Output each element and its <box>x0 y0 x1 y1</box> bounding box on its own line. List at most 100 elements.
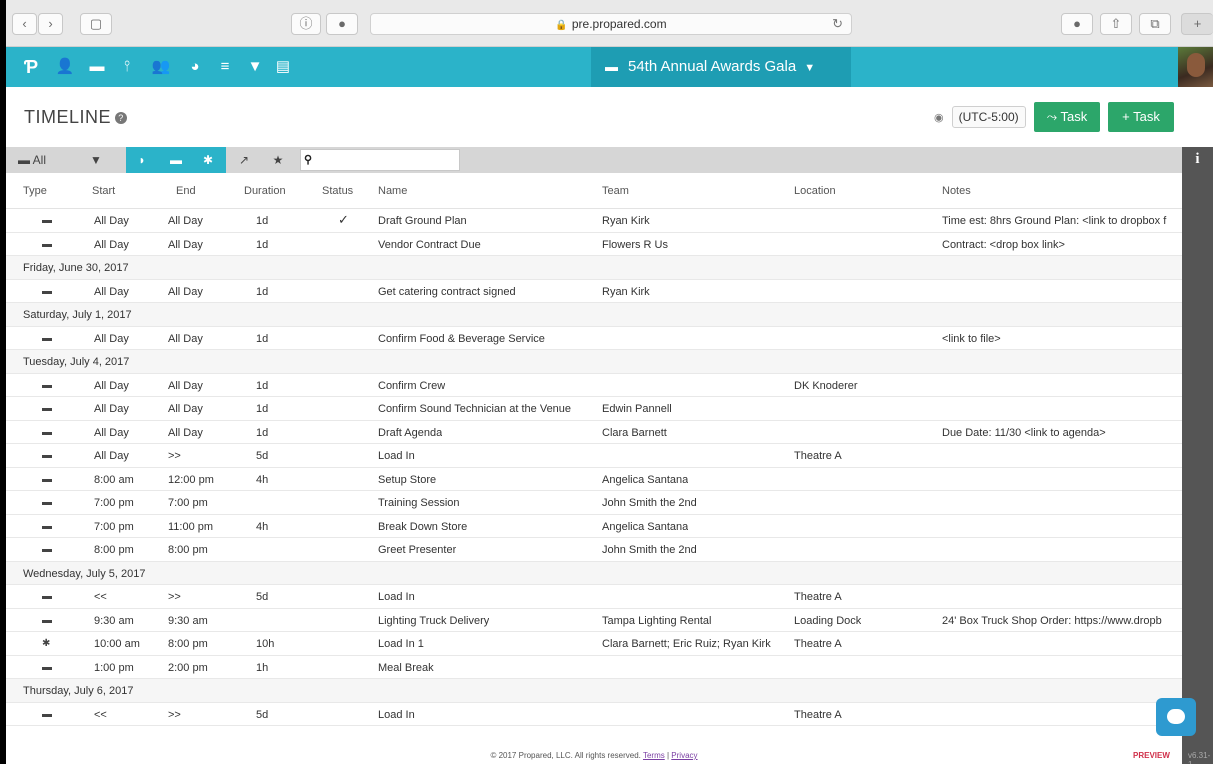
clock-icon[interactable]: ◕ <box>184 56 206 78</box>
wrench-icon[interactable]: ↗ <box>234 147 254 173</box>
table-row[interactable]: ▬ All Day All Day 1d Confirm Food & Beverage… <box>6 327 1182 350</box>
terms-link[interactable]: Terms <box>643 751 665 760</box>
list-icon[interactable]: ≡ <box>214 56 236 78</box>
reload-icon[interactable]: ↻ <box>832 14 843 34</box>
calendar-icon: ▬ <box>42 520 52 532</box>
cell-start: 1:00 pm <box>94 661 134 674</box>
thermometer-icon[interactable]: ⫯ <box>116 56 138 78</box>
avatar[interactable] <box>1178 47 1213 87</box>
table-row[interactable]: ▬ 7:00 pm 11:00 pm 4h Break Down Store Angeli… <box>6 515 1182 538</box>
table-row[interactable]: ▬ 7:00 pm 7:00 pm Training Session John Smit… <box>6 491 1182 515</box>
cell-team: Flowers R Us <box>602 238 669 251</box>
cell-name: Load In <box>378 591 415 603</box>
reader-icon[interactable]: ⓘ <box>291 13 321 35</box>
cell-name: Vendor Contract Due <box>378 238 481 251</box>
cell-end: All Day <box>168 426 203 439</box>
star-icon[interactable]: ★ <box>268 147 288 173</box>
clipboard-icon[interactable]: ▤ <box>272 56 294 78</box>
forward-button[interactable]: › <box>38 13 63 35</box>
people-icon[interactable]: 👥 <box>150 56 172 78</box>
calendar-icon: ▬ <box>42 379 52 391</box>
timeline-table-body: ▬ All Day All Day 1d ✓ Draft Ground Plan Ryan … <box>6 209 1182 726</box>
logo-icon[interactable]: Ƥ <box>20 56 42 78</box>
cell-location: Loading Dock <box>794 614 862 627</box>
table-row[interactable]: ▬ All Day All Day 1d Vendor Contract Due Flow… <box>6 233 1182 256</box>
cell-end: 2:00 pm <box>168 661 208 674</box>
table-row[interactable]: ▬ All Day All Day 1d Get catering contract s… <box>6 280 1182 303</box>
timezone-field[interactable]: (UTC-5:00) <box>951 106 1026 128</box>
extension-icon[interactable]: ● <box>326 13 358 35</box>
filter-icon[interactable]: ▼ <box>86 147 106 173</box>
col-duration[interactable]: Duration <box>244 185 286 197</box>
footer: © 2017 Propared, LLC. All rights reserve… <box>6 750 1182 764</box>
table-row[interactable]: ✱ 10:00 am 8:00 pm 10h Load In 1 Clara Barnet… <box>6 632 1182 656</box>
person-icon[interactable]: 👤 <box>54 56 76 78</box>
sidebar-toggle-button[interactable]: ▢ <box>80 13 112 35</box>
info-icon[interactable]: i <box>1182 147 1213 168</box>
cell-end: >> <box>168 708 181 721</box>
all-filter-button[interactable]: ▬ All <box>12 147 52 173</box>
cell-team: Ryan Kirk <box>602 285 650 298</box>
col-end[interactable]: End <box>176 185 196 197</box>
add-task-label: Task <box>1133 109 1160 124</box>
task-graph-button[interactable]: ⤳ Task <box>1034 102 1100 132</box>
cell-start: 7:00 pm <box>94 520 134 533</box>
col-type[interactable]: Type <box>23 185 47 197</box>
filter-icon[interactable]: ▼ <box>244 56 266 78</box>
cell-start: All Day <box>94 426 129 439</box>
col-location[interactable]: Location <box>794 185 836 197</box>
cell-duration: 4h <box>256 520 269 533</box>
cell-start: 8:00 pm <box>94 544 134 556</box>
add-task-button[interactable]: + Task <box>1108 102 1174 132</box>
calendar-icon: ▬ <box>42 426 52 438</box>
signal-icon[interactable]: ◗ <box>132 147 152 173</box>
table-row[interactable]: ▬ All Day All Day 1d ✓ Draft Ground Plan Ryan … <box>6 209 1182 233</box>
folder-icon[interactable]: ▬ <box>86 56 108 78</box>
calendar-icon[interactable]: ▬ <box>166 147 186 173</box>
version-text: v6.31-1 <box>1188 751 1211 764</box>
calendar-icon: ▬ <box>42 661 52 673</box>
col-team[interactable]: Team <box>602 185 629 197</box>
table-row[interactable]: ▬ 1:00 pm 2:00 pm 1h Meal Break <box>6 656 1182 679</box>
calendar-icon: ▬ <box>42 285 52 297</box>
col-name[interactable]: Name <box>378 185 407 197</box>
table-row[interactable]: ▬ 8:00 pm 8:00 pm Greet Presenter John Smith… <box>6 538 1182 562</box>
help-icon[interactable]: ? <box>115 112 128 124</box>
col-status[interactable]: Status <box>322 185 353 197</box>
cell-start: All Day <box>94 450 129 462</box>
table-row[interactable]: ▬ All Day All Day 1d Confirm Sound Technicia… <box>6 397 1182 421</box>
cell-end: >> <box>168 591 181 603</box>
chat-button[interactable] <box>1156 698 1196 736</box>
download-icon[interactable]: ● <box>1061 13 1093 35</box>
cell-team: Edwin Pannell <box>602 403 672 415</box>
cell-duration: 1h <box>256 661 269 674</box>
table-row[interactable]: ▬ 8:00 am 12:00 pm 4h Setup Store Angelica Sa… <box>6 468 1182 491</box>
back-button[interactable]: ‹ <box>12 13 37 35</box>
table-row[interactable]: ▬ All Day >> 5d Load In Theatre A <box>6 444 1182 468</box>
calendar-icon: ▬ <box>42 708 52 720</box>
cell-notes: 24' Box Truck Shop Order: https://www.dr… <box>942 614 1162 627</box>
table-row[interactable]: ▬ << >> 5d Load In Theatre A <box>6 703 1182 726</box>
cell-name: Confirm Food & Beverage Service <box>378 332 545 345</box>
tabs-icon[interactable]: ⧉ <box>1139 13 1171 35</box>
table-row[interactable]: ▬ All Day All Day 1d Confirm Crew DK Knoderer <box>6 374 1182 397</box>
event-selector[interactable]: ▬ 54th Annual Awards Gala ▼ <box>591 47 851 87</box>
address-bar[interactable]: 🔒 pre.propared.com ↻ <box>370 13 852 35</box>
col-notes[interactable]: Notes <box>942 185 971 197</box>
cell-end: All Day <box>168 332 203 345</box>
cell-start: 10:00 am <box>94 638 140 650</box>
share-icon[interactable]: ⇧ <box>1100 13 1132 35</box>
table-row[interactable]: ▬ << >> 5d Load In Theatre A <box>6 585 1182 609</box>
cell-notes: <link to file> <box>942 332 1001 345</box>
privacy-link[interactable]: Privacy <box>671 751 697 760</box>
new-tab-button[interactable]: + <box>1181 13 1213 35</box>
col-start[interactable]: Start <box>92 185 115 197</box>
table-row[interactable]: ▬ All Day All Day 1d Draft Agenda Clara Barne… <box>6 421 1182 444</box>
plus-icon: + <box>1122 109 1130 124</box>
tools-icon[interactable]: ✱ <box>198 147 218 173</box>
copyright-text: © 2017 Propared, LLC. All rights reserve… <box>490 751 641 760</box>
table-row[interactable]: ▬ 9:30 am 9:30 am Lighting Truck Delivery Ta… <box>6 609 1182 632</box>
cell-start: << <box>94 591 107 603</box>
search-input[interactable]: ⚲ <box>300 149 460 171</box>
cell-name: Meal Break <box>378 661 434 674</box>
